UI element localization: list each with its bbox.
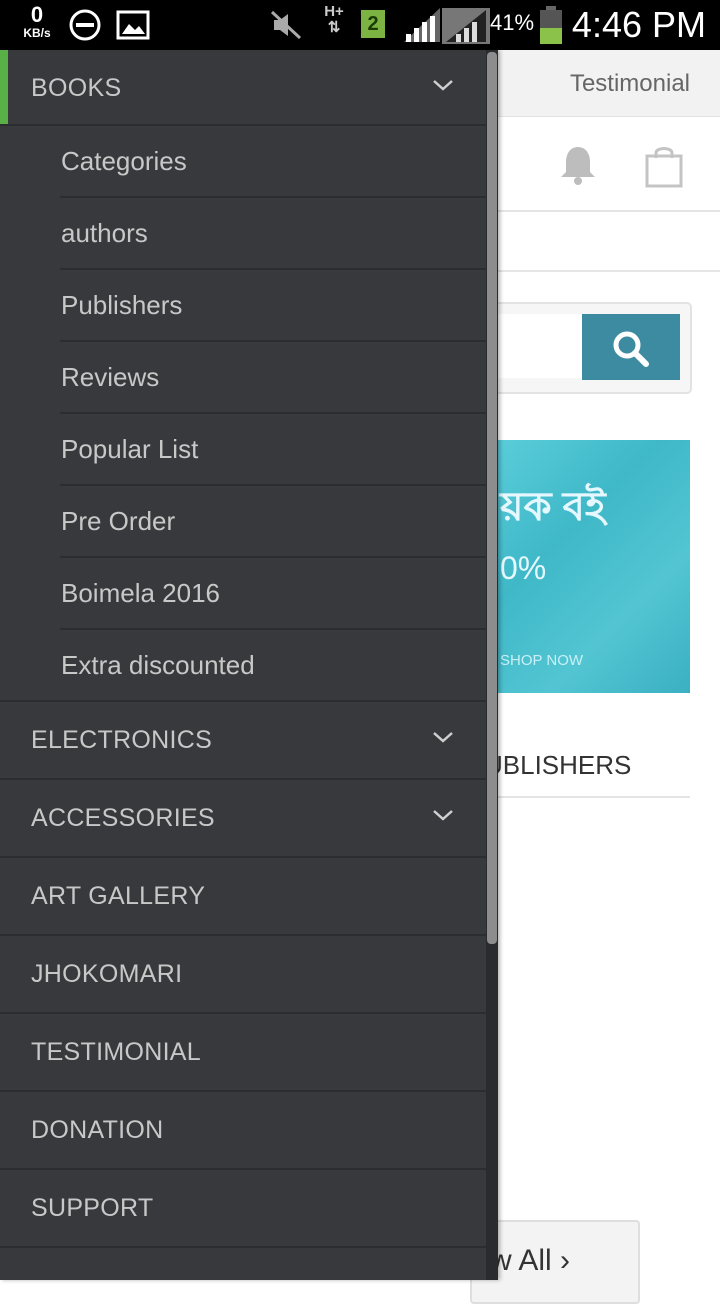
mute-icon <box>270 10 302 40</box>
view-all-label: w All › <box>490 1244 571 1277</box>
banner-discount: 0% <box>500 550 547 586</box>
submenu-item-boimela-2016[interactable]: Boimela 2016 <box>60 558 486 630</box>
submenu-item-label: Categories <box>61 146 187 176</box>
submenu-item-label: Extra discounted <box>61 650 255 680</box>
submenu-item-label: Popular List <box>61 434 199 464</box>
battery-icon <box>540 6 562 44</box>
search-icon <box>613 331 649 367</box>
drawer-scrollbar[interactable] <box>486 50 498 1280</box>
shopping-bag-icon[interactable] <box>644 144 684 188</box>
submenu-item-publishers[interactable]: Publishers <box>60 270 486 342</box>
gallery-icon <box>116 10 150 40</box>
menu-item-label: JHOKOMARI <box>31 960 183 988</box>
chevron-down-icon[interactable] <box>432 74 454 96</box>
submenu-item-authors[interactable]: authors <box>60 198 486 270</box>
tab-publishers-label: UBLISHERS <box>484 750 632 780</box>
menu-item-support[interactable]: SUPPORT <box>0 1170 486 1248</box>
data-speed-indicator: 0 KB/s <box>18 2 56 40</box>
submenu-item-label: authors <box>61 218 148 248</box>
submenu-item-popular-list[interactable]: Popular List <box>60 414 486 486</box>
submenu-item-label: Reviews <box>61 362 160 392</box>
scrollbar-thumb[interactable] <box>487 52 497 944</box>
network-type-label: H+ <box>324 3 344 20</box>
data-speed-unit: KB/s <box>23 26 51 40</box>
submenu-item-categories[interactable]: Categories <box>60 126 486 198</box>
menu-item-books-label: BOOKS <box>31 74 122 102</box>
clock: 4:46 PM <box>571 4 706 45</box>
menu-item-electronics[interactable]: ELECTRONICS <box>0 702 486 780</box>
menu-item-label: DONATION <box>31 1116 164 1144</box>
menu-item-art-gallery[interactable]: ART GALLERY <box>0 858 486 936</box>
submenu-item-reviews[interactable]: Reviews <box>60 342 486 414</box>
promo-banner[interactable]: য়ক বই 0% SHOP NOW <box>470 440 690 693</box>
signal-strength-icon <box>404 8 440 42</box>
submenu-item-label: Publishers <box>61 290 183 320</box>
submenu-item-extra-discounted[interactable]: Extra discounted <box>0 630 486 702</box>
submenu-item-pre-order[interactable]: Pre Order <box>60 486 486 558</box>
menu-item-label: ART GALLERY <box>31 882 206 910</box>
status-bar: 0 KB/s H+ ⇅ 2 41% 4:46 PM <box>0 0 720 50</box>
menu-item-donation[interactable]: DONATION <box>0 1092 486 1170</box>
chevron-down-icon[interactable] <box>432 804 454 826</box>
sim-number: 2 <box>367 13 379 35</box>
notification-bell-icon[interactable] <box>558 144 598 186</box>
menu-item-label: TESTIMONIAL <box>31 1038 201 1066</box>
menu-item-label: ACCESSORIES <box>31 804 215 832</box>
search-button[interactable] <box>582 314 680 380</box>
banner-headline: য়ক বই <box>500 485 606 529</box>
sim-2-icon: 2 <box>361 10 385 38</box>
navigation-drawer: BOOKS Categories authors Publishers Revi… <box>0 50 498 1280</box>
menu-item-label: ELECTRONICS <box>31 726 213 754</box>
testimonial-link[interactable]: Testimonial <box>570 70 690 98</box>
menu-item-books[interactable]: BOOKS <box>0 50 486 126</box>
search-box <box>470 302 692 394</box>
submenu-item-label: Pre Order <box>61 506 176 536</box>
signal-strength-2-icon <box>442 8 490 44</box>
network-type-indicator: H+ ⇅ <box>318 4 350 36</box>
menu-item-label: SUPPORT <box>31 1194 154 1222</box>
banner-cta: SHOP NOW <box>500 652 584 669</box>
menu-item-jhokomari[interactable]: JHOKOMARI <box>0 936 486 1014</box>
data-speed-value: 0 <box>30 2 44 27</box>
battery-percent: 41% <box>490 10 535 35</box>
tab-publishers[interactable]: UBLISHERS <box>470 750 690 798</box>
do-not-disturb-icon <box>69 9 101 41</box>
chevron-down-icon[interactable] <box>432 726 454 748</box>
menu-item-testimonial[interactable]: TESTIMONIAL <box>0 1014 486 1092</box>
submenu-item-label: Boimela 2016 <box>61 578 220 608</box>
menu-item-accessories[interactable]: ACCESSORIES <box>0 780 486 858</box>
data-arrows-icon: ⇅ <box>327 19 341 36</box>
